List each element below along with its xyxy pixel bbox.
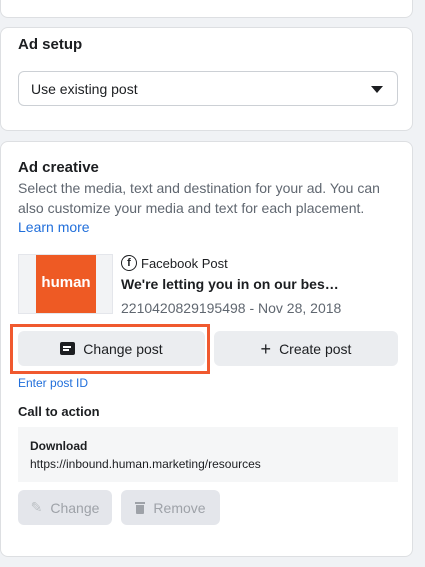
enter-post-id-link[interactable]: Enter post ID [18, 376, 88, 390]
call-to-action-url: https://inbound.human.marketing/resource… [30, 457, 261, 471]
ad-creative-title: Ad creative [18, 159, 99, 176]
previous-section-card [0, 0, 413, 18]
create-post-label: Create post [279, 340, 352, 357]
post-meta: 2210420829195498 - Nov 28, 2018 [121, 300, 342, 316]
facebook-icon: f [121, 255, 137, 271]
call-to-action-name: Download [30, 439, 88, 453]
pencil-icon: ✎ [30, 499, 43, 515]
ad-setup-card: Ad setup Use existing post [0, 27, 413, 131]
change-cta-button[interactable]: ✎ Change [18, 490, 112, 525]
post-title: We're letting you in on our bes… [121, 276, 339, 292]
remove-cta-button[interactable]: Remove [121, 490, 220, 525]
post-source-select-value: Use existing post [31, 81, 138, 97]
plus-icon: + [260, 338, 272, 359]
human-logo: human [41, 274, 91, 291]
highlight-box [10, 324, 210, 374]
trash-icon [135, 501, 146, 514]
call-to-action-title: Call to action [18, 404, 100, 419]
post-source-row: f Facebook Post [121, 255, 228, 271]
ad-setup-title: Ad setup [18, 36, 83, 53]
post-source-select[interactable]: Use existing post [18, 71, 398, 106]
chevron-down-icon [371, 86, 383, 93]
remove-cta-label: Remove [153, 499, 206, 516]
change-cta-label: Change [50, 499, 100, 516]
learn-more-link[interactable]: Learn more [18, 219, 90, 235]
call-to-action-box: Download https://inbound.human.marketing… [18, 427, 398, 482]
post-source-label: Facebook Post [141, 255, 228, 271]
post-thumbnail: human [18, 254, 113, 314]
post-thumbnail-image: human [36, 255, 96, 313]
create-post-button[interactable]: + Create post [214, 331, 398, 366]
ad-creative-description: Select the media, text and destination f… [18, 180, 380, 216]
ad-creative-card: Ad creative Select the media, text and d… [0, 141, 413, 557]
